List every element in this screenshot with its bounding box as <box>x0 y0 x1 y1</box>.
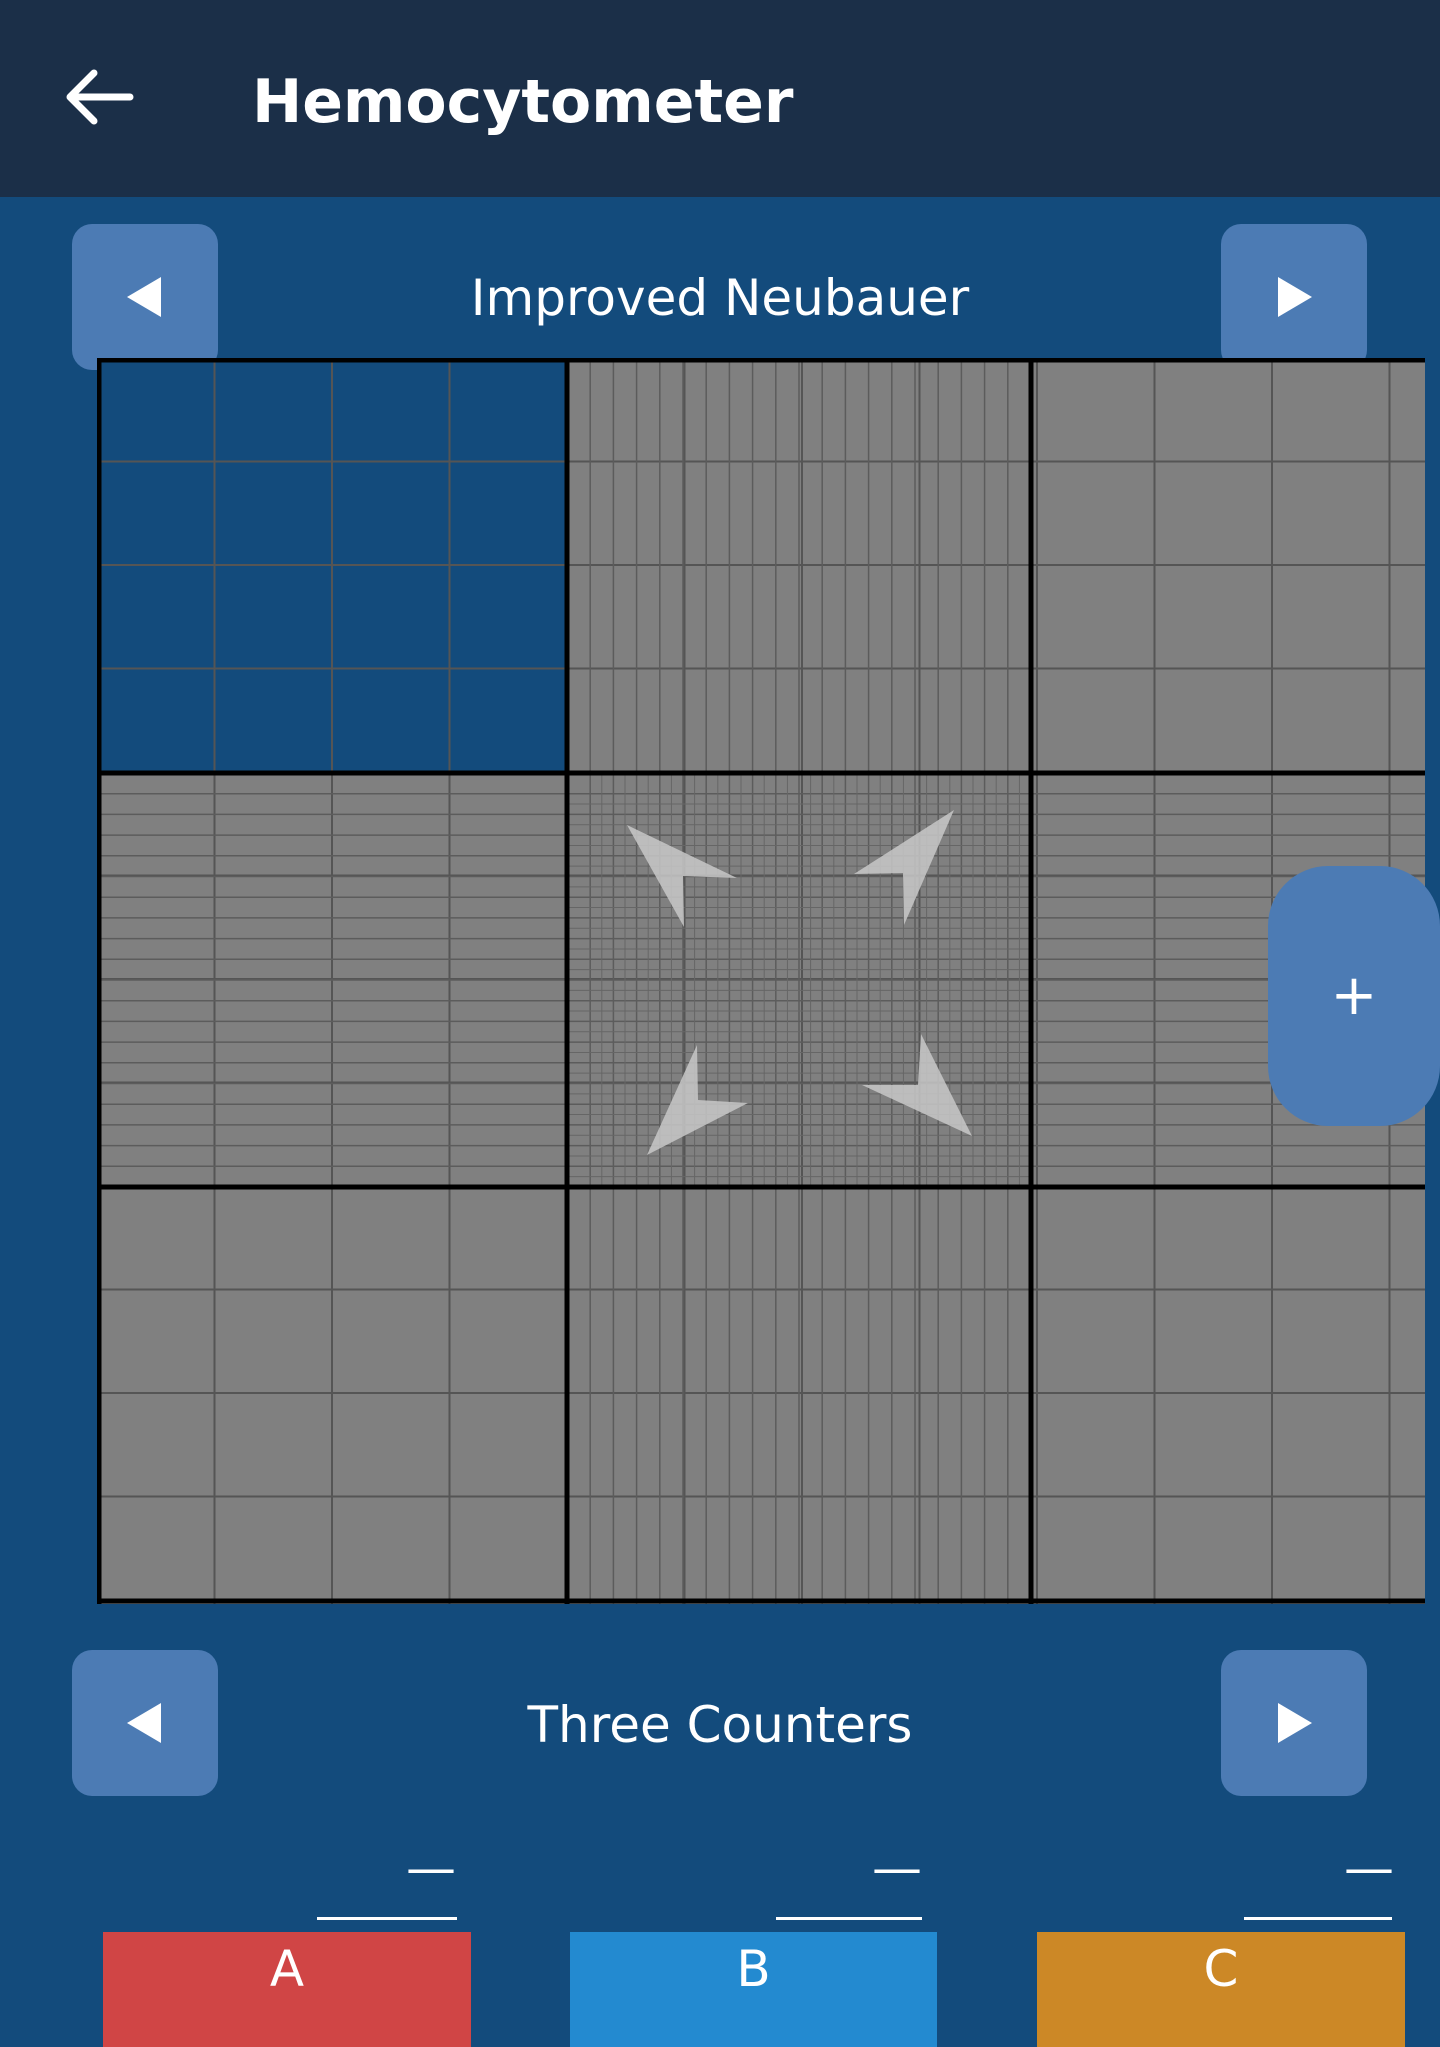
triangle-left-icon <box>127 1703 161 1743</box>
chamber-next-button[interactable] <box>1221 224 1367 370</box>
counter-b-underline <box>776 1917 922 1920</box>
counter-a-underline <box>317 1917 457 1920</box>
page-title: Hemocytometer <box>252 67 794 137</box>
triangle-left-icon <box>127 277 161 317</box>
plus-icon: + <box>1330 963 1378 1028</box>
counter-next-button[interactable] <box>1221 1650 1367 1796</box>
counter-mode-label: Three Counters <box>527 1696 913 1754</box>
chamber-type-label: Improved Neubauer <box>470 269 970 327</box>
grid-svg <box>97 358 1425 1604</box>
counter-a-button[interactable]: A <box>103 1932 471 2047</box>
counter-a-value: — <box>406 1848 456 1888</box>
app-bar: Hemocytometer <box>0 0 1440 197</box>
counter-b-value: — <box>872 1848 922 1888</box>
counter-c-button[interactable]: C <box>1037 1932 1405 2047</box>
hemocytometer-grid[interactable] <box>97 358 1425 1604</box>
counter-c-value: — <box>1344 1848 1394 1888</box>
counter-prev-button[interactable] <box>72 1650 218 1796</box>
counter-b-button[interactable]: B <box>570 1932 937 2047</box>
triangle-right-icon <box>1278 1703 1312 1743</box>
back-button[interactable] <box>52 50 142 140</box>
counter-c-underline <box>1244 1917 1392 1920</box>
triangle-right-icon <box>1278 277 1312 317</box>
arrow-left-icon <box>66 69 134 125</box>
add-fab-button[interactable]: + <box>1268 866 1440 1126</box>
chamber-prev-button[interactable] <box>72 224 218 370</box>
